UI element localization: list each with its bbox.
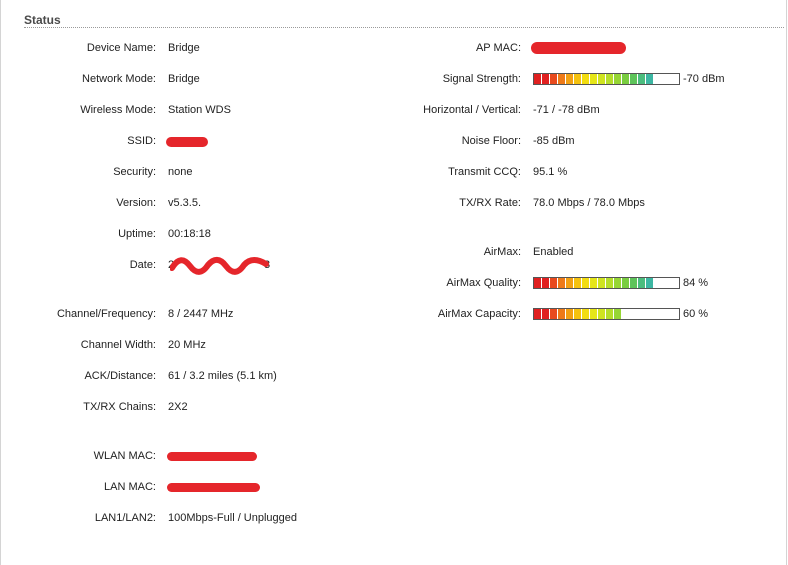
level-bar-segment [566, 309, 573, 319]
wireless-mode-label: Wireless Mode: [80, 104, 156, 116]
version-label: Version: [116, 197, 156, 209]
channel-width-value: 20 MHz [168, 339, 206, 351]
date-label: Date: [129, 259, 156, 271]
level-bar-segment [590, 309, 597, 319]
level-bar-segment [550, 74, 557, 84]
security-label: Security: [113, 166, 156, 178]
ap-mac-label: AP MAC: [475, 42, 521, 54]
level-bar-segment [566, 278, 573, 288]
security-value: none [168, 166, 193, 178]
level-bar-segment [574, 74, 581, 84]
uptime-value: 00:18:18 [168, 228, 211, 240]
txrx-rate-label: TX/RX Rate: [459, 197, 521, 209]
wlan-mac-redaction [167, 452, 257, 461]
horizontal-vertical-value: -71 / -78 dBm [533, 104, 600, 116]
level-bar-segment [638, 278, 645, 288]
level-bar-segment [630, 74, 637, 84]
wireless-mode-value: Station WDS [168, 104, 231, 116]
transmit-ccq-value: 95.1 % [533, 166, 568, 178]
level-bar-segment [534, 309, 541, 319]
level-bar-segment [582, 278, 589, 288]
level-bar-segment [558, 309, 565, 319]
channel-width-label: Channel Width: [80, 339, 156, 351]
level-bar-segment [630, 278, 637, 288]
date-redaction [170, 256, 269, 275]
uptime-label: Uptime: [118, 228, 156, 240]
ap-mac-redaction [531, 42, 626, 54]
network-mode-label: Network Mode: [82, 73, 156, 85]
level-bar-segment [622, 74, 629, 84]
airmax-label: AirMax: [483, 246, 521, 258]
device-name-label: Device Name: [86, 42, 156, 54]
lan-mac-label: LAN MAC: [104, 481, 156, 493]
network-mode-value: Bridge [168, 73, 200, 85]
level-bar-segment [566, 74, 573, 84]
level-bar-segment [534, 278, 541, 288]
channel-frequency-label: Channel/Frequency: [56, 308, 156, 320]
level-bar-segment [606, 74, 613, 84]
level-bar-segment [598, 309, 605, 319]
signal-strength-bar [533, 73, 680, 85]
title-divider [24, 27, 784, 28]
level-bar-segment [574, 309, 581, 319]
lan-ports-label: LAN1/LAN2: [94, 512, 156, 524]
ack-distance-value: 61 / 3.2 miles (5.1 km) [168, 370, 277, 382]
level-bar-segment [614, 278, 621, 288]
txrx-chains-label: TX/RX Chains: [83, 401, 156, 413]
device-name-value: Bridge [168, 42, 200, 54]
noise-floor-value: -85 dBm [533, 135, 575, 147]
wlan-mac-label: WLAN MAC: [93, 450, 156, 462]
lan-ports-value: 100Mbps-Full / Unplugged [168, 512, 298, 524]
level-bar-segment [550, 278, 557, 288]
level-bar-segment [606, 278, 613, 288]
level-bar-segment [646, 278, 653, 288]
version-value: v5.3.5. [168, 197, 202, 209]
level-bar-segment [542, 309, 549, 319]
horizontal-vertical-label: Horizontal / Vertical: [423, 104, 521, 116]
noise-floor-label: Noise Floor: [461, 135, 521, 147]
level-bar-segment [558, 74, 565, 84]
level-bar-segment [542, 278, 549, 288]
airmax-quality-value: 84 % [683, 277, 709, 289]
level-bar-segment [582, 74, 589, 84]
ssid-redaction [166, 137, 208, 147]
airmax-capacity-label: AirMax Capacity: [437, 308, 521, 320]
section-title: Status [24, 13, 61, 27]
transmit-ccq-label: Transmit CCQ: [448, 166, 521, 178]
level-bar-segment [598, 278, 605, 288]
level-bar-segment [622, 278, 629, 288]
ssid-label: SSID: [127, 135, 156, 147]
level-bar-segment [558, 278, 565, 288]
txrx-rate-value: 78.0 Mbps / 78.0 Mbps [533, 197, 645, 209]
level-bar-segment [590, 278, 597, 288]
ack-distance-label: ACK/Distance: [84, 370, 156, 382]
level-bar-segment [646, 74, 653, 84]
airmax-capacity-bar [533, 308, 680, 320]
airmax-value: Enabled [533, 246, 574, 258]
level-bar-segment [590, 74, 597, 84]
signal-strength-value: -70 dBm [683, 73, 725, 85]
level-bar-segment [574, 278, 581, 288]
txrx-chains-value: 2X2 [168, 401, 188, 413]
level-bar-segment [542, 74, 549, 84]
level-bar-segment [534, 74, 541, 84]
airmax-capacity-value: 60 % [683, 308, 709, 320]
lan-mac-redaction [167, 483, 260, 492]
airmax-quality-label: AirMax Quality: [446, 277, 521, 289]
level-bar-segment [614, 309, 621, 319]
level-bar-segment [638, 74, 645, 84]
level-bar-segment [550, 309, 557, 319]
level-bar-segment [582, 309, 589, 319]
channel-frequency-value: 8 / 2447 MHz [168, 308, 234, 320]
level-bar-segment [606, 309, 613, 319]
level-bar-segment [598, 74, 605, 84]
level-bar-segment [614, 74, 621, 84]
signal-strength-label: Signal Strength: [442, 73, 521, 85]
airmax-quality-bar [533, 277, 680, 289]
